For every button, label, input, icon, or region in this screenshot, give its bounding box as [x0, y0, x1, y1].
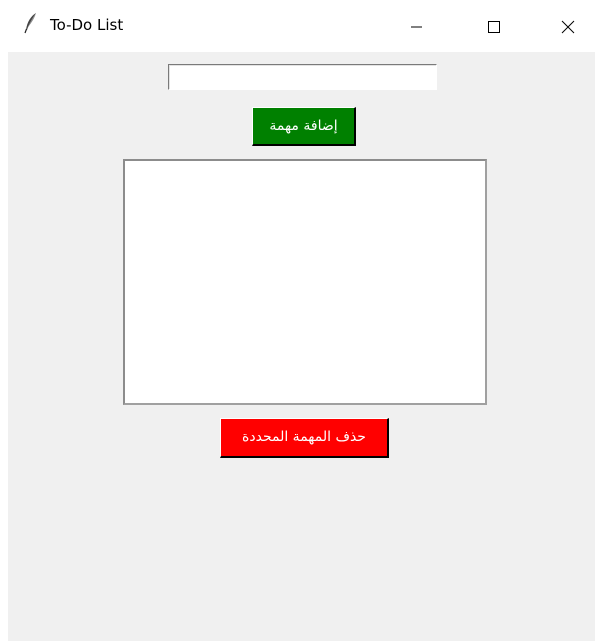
close-icon[interactable]: [545, 0, 591, 52]
maximize-icon[interactable]: [471, 0, 517, 52]
task-input[interactable]: [168, 64, 437, 90]
minimize-icon[interactable]: [393, 0, 439, 52]
delete-selected-task-button[interactable]: حذف المهمة المحددة: [220, 418, 389, 458]
title-bar[interactable]: To-Do List: [0, 0, 595, 52]
window-title: To-Do List: [50, 16, 124, 34]
task-listbox[interactable]: [123, 159, 487, 405]
feather-icon: [24, 12, 38, 34]
add-task-button-label: إضافة مهمة: [269, 118, 338, 134]
add-task-button[interactable]: إضافة مهمة: [252, 107, 356, 146]
app-window: To-Do List إضافة مهمة حذف المهمة المحددة: [0, 0, 595, 641]
delete-selected-task-button-label: حذف المهمة المحددة: [242, 429, 366, 445]
client-area: إضافة مهمة حذف المهمة المحددة: [8, 52, 595, 641]
